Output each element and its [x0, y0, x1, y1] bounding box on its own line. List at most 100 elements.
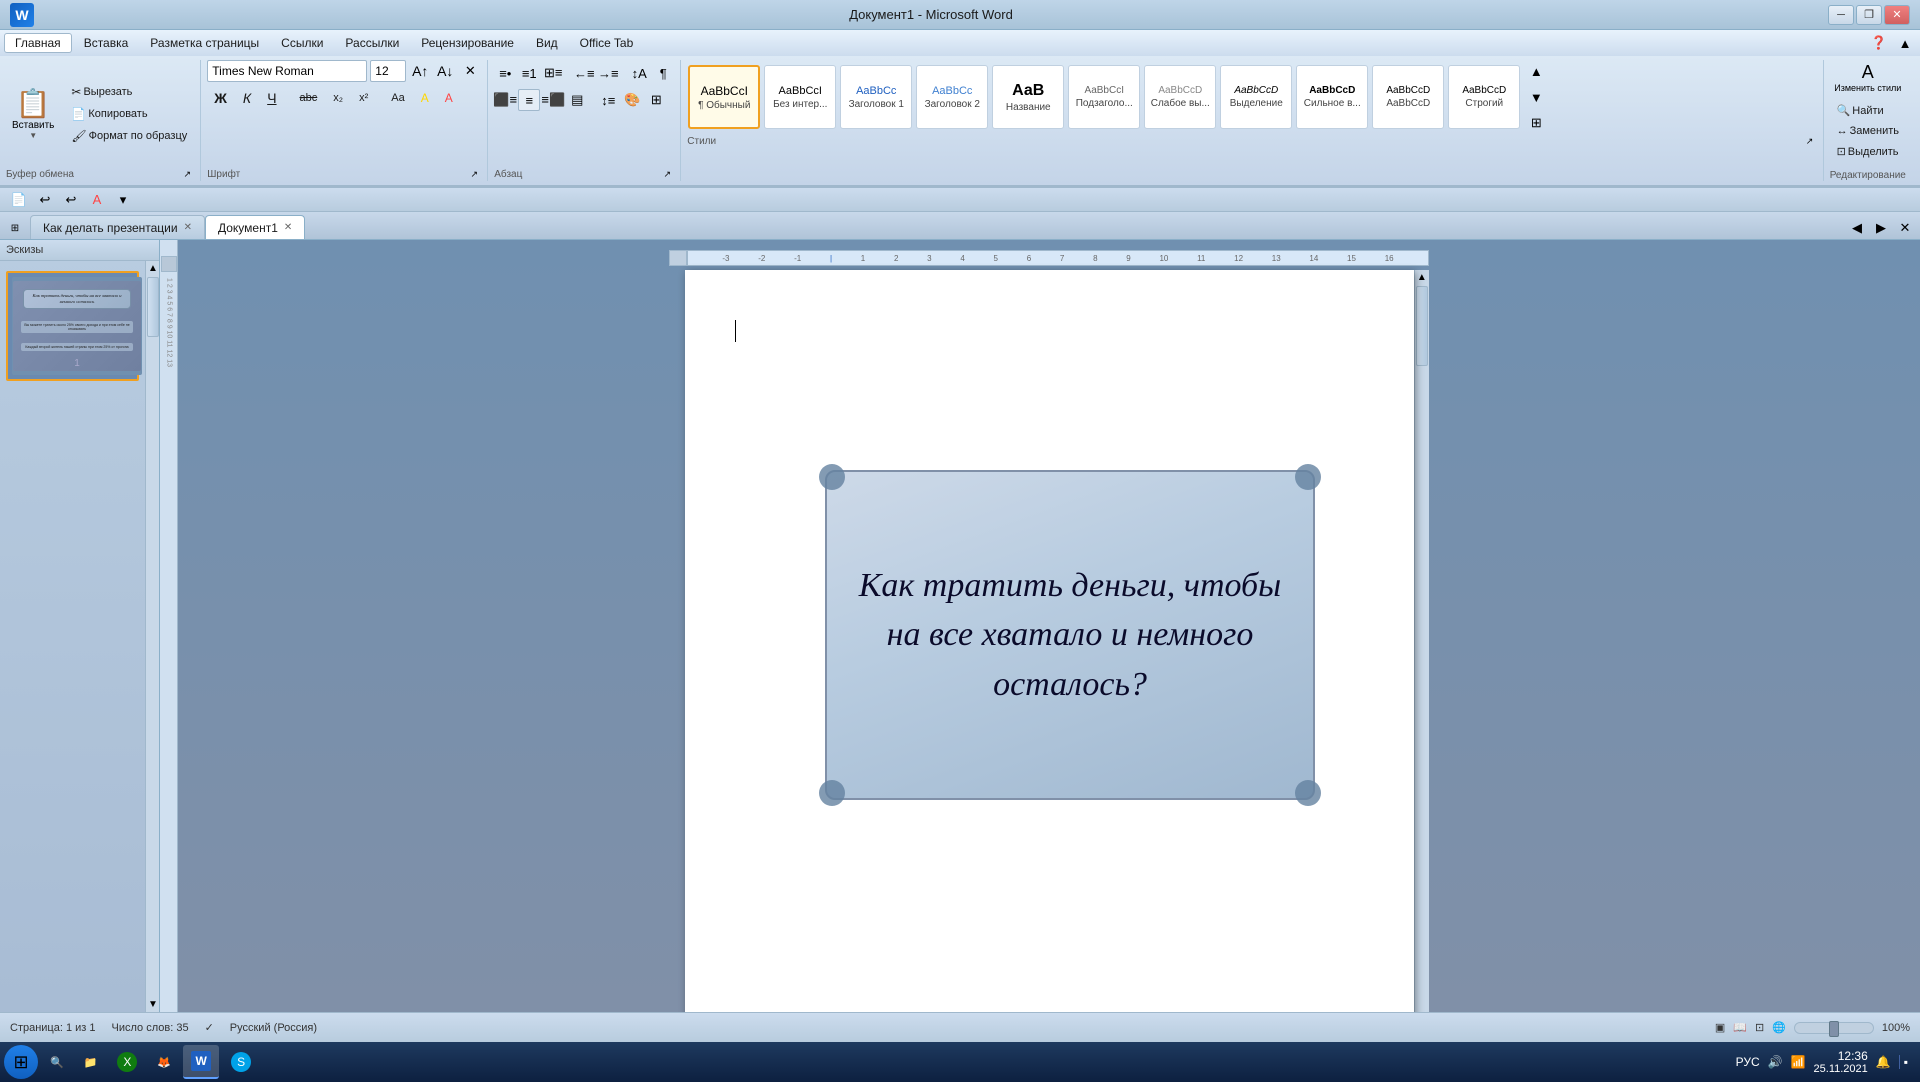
- increase-indent-button[interactable]: →≡: [597, 62, 619, 84]
- zoom-thumb[interactable]: [1829, 1021, 1839, 1037]
- taskbar-firefox[interactable]: 🦊: [149, 1045, 179, 1079]
- text-effects-button[interactable]: Aa: [384, 89, 411, 107]
- menu-references[interactable]: Ссылки: [271, 34, 333, 52]
- menu-home[interactable]: Главная: [4, 33, 72, 53]
- style-subtle-em[interactable]: AaBbCcD Слабое вы...: [1144, 65, 1216, 129]
- styles-scroll-up[interactable]: ▲: [1525, 60, 1547, 82]
- tab-next-button[interactable]: ▶: [1870, 217, 1892, 239]
- bold-button[interactable]: Ж: [207, 87, 234, 109]
- taskbar-show-desktop[interactable]: ▪: [1899, 1055, 1908, 1069]
- zoom-slider[interactable]: [1794, 1022, 1874, 1034]
- subscript-button[interactable]: x₂: [326, 89, 350, 107]
- close-button[interactable]: ✕: [1884, 5, 1910, 25]
- view-web-button[interactable]: 🌐: [1772, 1021, 1786, 1034]
- style-emphasis[interactable]: AaBbCcD Выделение: [1220, 65, 1292, 129]
- font-expand-button[interactable]: ↗: [467, 167, 481, 181]
- numbering-button[interactable]: ≡1: [518, 62, 540, 84]
- view-normal-button[interactable]: ▣: [1715, 1021, 1725, 1034]
- styles-more[interactable]: ⊞: [1525, 112, 1547, 134]
- style-subtitle[interactable]: AaBbCcI Подзаголо...: [1068, 65, 1140, 129]
- font-color-bar-button[interactable]: A: [86, 189, 108, 211]
- highlight-color-button[interactable]: A: [414, 87, 436, 109]
- taskbar-file-manager[interactable]: 📁: [76, 1045, 106, 1079]
- language[interactable]: Русский (Россия): [230, 1022, 317, 1034]
- paragraph-expand-button[interactable]: ↗: [660, 167, 674, 181]
- style-strict[interactable]: AaBbCcD Строгий: [1448, 65, 1520, 129]
- show-marks-button[interactable]: ¶: [652, 62, 674, 84]
- style-strong[interactable]: AaBbCcD Сильное в...: [1296, 65, 1368, 129]
- font-size-input[interactable]: [370, 60, 406, 82]
- minimize-button[interactable]: ─: [1828, 5, 1854, 25]
- bullets-button[interactable]: ≡•: [494, 62, 516, 84]
- shrink-font-button[interactable]: A↓: [434, 60, 456, 82]
- page-scroll-thumb[interactable]: [1416, 286, 1428, 366]
- styles-expand-button[interactable]: ↗: [1803, 134, 1817, 148]
- tab-presentation-close[interactable]: ✕: [184, 222, 192, 233]
- undo-bar-button[interactable]: ↩: [34, 189, 56, 211]
- sidebar-scroll-down[interactable]: ▼: [146, 997, 159, 1012]
- menu-office-tab[interactable]: Office Tab: [570, 34, 644, 52]
- taskbar-search[interactable]: 🔍: [42, 1045, 72, 1079]
- sidebar-scrollbar[interactable]: ▲ ▼: [145, 261, 159, 1012]
- tabs-menu-button[interactable]: ⊞: [4, 217, 26, 239]
- decrease-indent-button[interactable]: ←≡: [573, 62, 595, 84]
- bar-extra-button[interactable]: ▾: [112, 189, 134, 211]
- borders-button[interactable]: ⊞: [645, 89, 667, 111]
- paste-chevron[interactable]: ▼: [29, 131, 37, 140]
- tab-presentation[interactable]: Как делать презентации ✕: [30, 215, 205, 239]
- tab-document1-close[interactable]: ✕: [284, 222, 292, 233]
- restore-button[interactable]: ❐: [1856, 5, 1882, 25]
- style-heading2[interactable]: AaBbCc Заголовок 2: [916, 65, 988, 129]
- sidebar-scroll-up[interactable]: ▲: [146, 261, 159, 276]
- strikethrough-button[interactable]: abc: [293, 89, 325, 107]
- tab-document1[interactable]: Документ1 ✕: [205, 215, 305, 239]
- minimize-ribbon-button[interactable]: ▲: [1894, 32, 1916, 54]
- replace-button[interactable]: ↔Заменить: [1830, 122, 1906, 140]
- menu-page-layout[interactable]: Разметка страницы: [140, 34, 269, 52]
- taskbar-volume-icon[interactable]: 🔊: [1768, 1055, 1783, 1069]
- clipboard-expand-button[interactable]: ↗: [180, 167, 194, 181]
- find-button[interactable]: 🔍Найти: [1830, 101, 1906, 120]
- italic-button[interactable]: К: [236, 87, 258, 109]
- style-normal[interactable]: AaBbCcI ¶ Обычный: [688, 65, 760, 129]
- undo-arrow-button[interactable]: ↩: [60, 189, 82, 211]
- taskbar-skype[interactable]: S: [223, 1045, 259, 1079]
- align-right-button[interactable]: ≡⬛: [542, 89, 564, 111]
- align-center-button[interactable]: ≡: [518, 89, 540, 111]
- taskbar-xbox[interactable]: X: [109, 1045, 145, 1079]
- font-color-button[interactable]: A: [438, 87, 460, 109]
- justify-button[interactable]: ▤: [566, 89, 588, 111]
- clear-format-button[interactable]: ✕: [459, 60, 481, 82]
- taskbar-notification[interactable]: 🔔: [1876, 1055, 1891, 1069]
- format-painter-button[interactable]: 🖌 Формат по образцу: [64, 126, 194, 146]
- change-styles-button[interactable]: A Изменить стили: [1830, 60, 1905, 95]
- thumbnail-1[interactable]: Как тратить деньги, чтобы на все хватало…: [6, 271, 139, 381]
- style-title[interactable]: АаВ Название: [992, 65, 1064, 129]
- tab-close-all-button[interactable]: ✕: [1894, 217, 1916, 239]
- help-button[interactable]: ❓: [1868, 32, 1890, 54]
- page-scrollbar-v[interactable]: ▲ ▼: [1414, 270, 1429, 1012]
- paste-button[interactable]: 📋 Вставить ▼: [6, 85, 60, 142]
- sort-button[interactable]: ↕A: [628, 62, 650, 84]
- taskbar-word[interactable]: W: [183, 1045, 219, 1079]
- menu-mailings[interactable]: Рассылки: [335, 34, 409, 52]
- align-left-button[interactable]: ⬛≡: [494, 89, 516, 111]
- multilevel-button[interactable]: ⊞≡: [542, 62, 564, 84]
- line-spacing-button[interactable]: ↕≡: [597, 89, 619, 111]
- menu-review[interactable]: Рецензирование: [411, 34, 524, 52]
- underline-button[interactable]: Ч: [260, 87, 283, 109]
- styles-scroll-down[interactable]: ▼: [1525, 86, 1547, 108]
- doc-new-button[interactable]: 📄: [8, 189, 30, 211]
- document-area[interactable]: -3-2-1|12345678910111213141516: [178, 240, 1920, 1012]
- menu-view[interactable]: Вид: [526, 34, 568, 52]
- page[interactable]: Как тратить деньги, чтобы на все хватало…: [685, 270, 1414, 1012]
- select-button[interactable]: ⊡Выделить: [1830, 142, 1906, 161]
- grow-font-button[interactable]: A↑: [409, 60, 431, 82]
- taskbar-clock[interactable]: 12:36 25.11.2021: [1814, 1049, 1868, 1075]
- view-layout-button[interactable]: ⊡: [1755, 1021, 1764, 1034]
- font-name-input[interactable]: [207, 60, 367, 82]
- sidebar-scroll-thumb[interactable]: [147, 277, 159, 337]
- menu-insert[interactable]: Вставка: [74, 34, 139, 52]
- start-button[interactable]: ⊞: [4, 1045, 38, 1079]
- superscript-button[interactable]: x²: [352, 89, 375, 107]
